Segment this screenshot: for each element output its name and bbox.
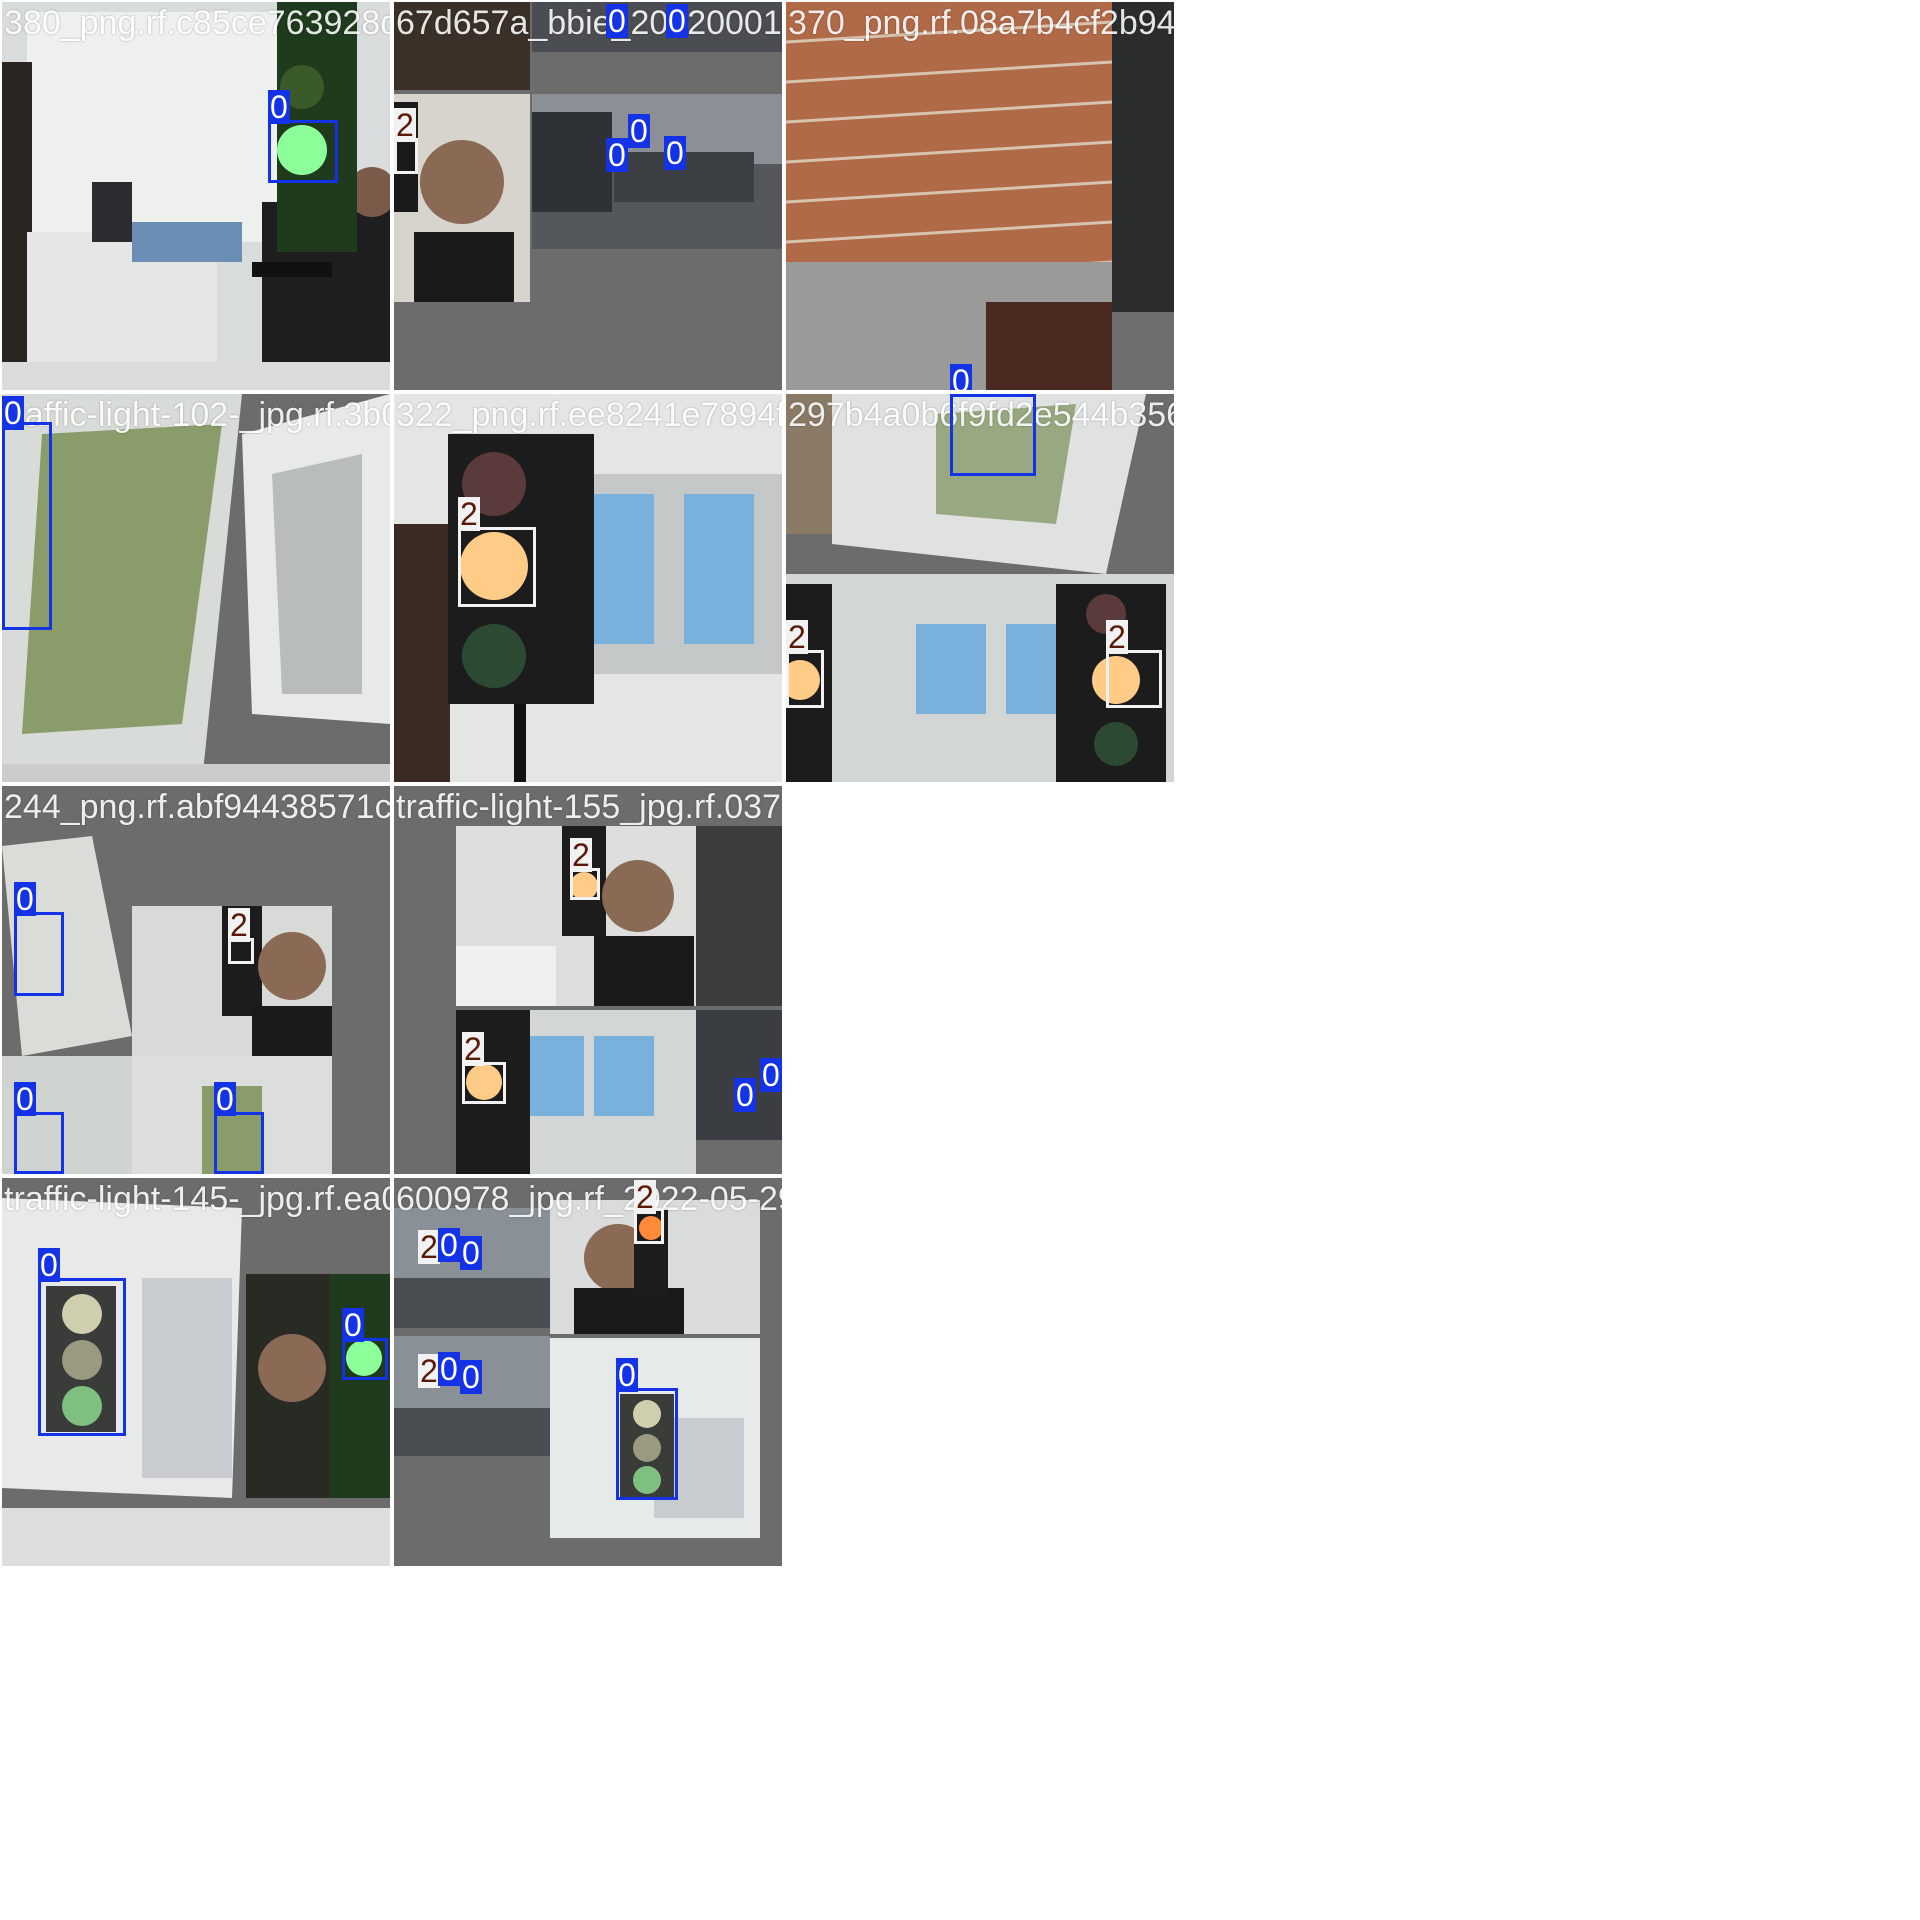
- bbox-class-0: [2, 422, 52, 630]
- mosaic-tile: 297b4a0b6f9fd2e544b35614a2c90a4bf2c1b 2 …: [786, 394, 1174, 782]
- bbox-label: 0: [606, 3, 628, 39]
- bbox-label: 0: [2, 395, 24, 431]
- scene-traffic-light-model: [394, 394, 782, 782]
- mosaic-tile: traffic-light-155_jpg.rf.037196c4c441f7 …: [394, 786, 782, 1174]
- bbox-class-0: [268, 120, 338, 183]
- bbox-label: 0: [14, 1081, 36, 1117]
- bbox-class-0: [214, 1112, 264, 1174]
- bbox-label: 0: [438, 1351, 460, 1387]
- mosaic-tile: 67d657a_bbie_20220001-20T10-03-10_770827…: [394, 2, 782, 390]
- bbox-label: 2: [394, 107, 416, 143]
- bbox-class-0: [950, 394, 1036, 476]
- bbox-label: 2: [570, 837, 592, 873]
- bbox-label: 2: [634, 1179, 656, 1215]
- bbox-label: 0: [438, 1227, 460, 1263]
- mosaic-tile: traffic-light-145-_jpg.rf.ea011 0 0: [2, 1178, 390, 1566]
- bbox-label: 2: [228, 907, 250, 943]
- bbox-label: 0: [628, 113, 650, 149]
- bbox-label: 0: [14, 881, 36, 917]
- mosaic-tile: 244_png.rf.abf94438571cfd9 0 2 0 0: [2, 786, 390, 1174]
- bbox-label: 2: [458, 496, 480, 532]
- bbox-label: 2: [462, 1031, 484, 1067]
- bbox-label: 2: [786, 619, 808, 655]
- bbox-label: 0: [734, 1077, 756, 1113]
- mosaic-tile: 380_png.rf.c85ce763928d2c 0: [2, 2, 390, 390]
- bbox-label: 0: [950, 364, 972, 390]
- scene-brick-wall: [786, 2, 1174, 390]
- scene-tilted-window: [2, 394, 390, 782]
- bbox-label: 0: [268, 89, 290, 125]
- bbox-label: 0: [616, 1357, 638, 1393]
- bbox-label: 2: [418, 1229, 440, 1265]
- bbox-class-0: [14, 912, 64, 996]
- bbox-label: 0: [342, 1307, 364, 1343]
- bbox-label: 0: [666, 3, 688, 39]
- bbox-class-2: [458, 527, 536, 607]
- bbox-label: 0: [664, 135, 686, 171]
- bbox-class-2: [1106, 650, 1162, 708]
- scene-street-and-person: [394, 2, 782, 390]
- bbox-label: 0: [760, 1057, 782, 1093]
- bbox-class-0: [14, 1112, 64, 1174]
- bbox-class-2: [786, 650, 824, 708]
- mosaic-tile: traffic-light-102-_jpg.rf.3b050 0: [2, 394, 390, 782]
- mosaic-tile: 370_png.rf.08a7b4cf2b9460e8d7d4c25d01a0 …: [786, 2, 1174, 390]
- bbox-class-0: [616, 1388, 678, 1500]
- scene-lab-green-light: [2, 2, 390, 390]
- bbox-label: 2: [1106, 619, 1128, 655]
- bbox-label: 0: [606, 137, 628, 173]
- bbox-label: 0: [214, 1081, 236, 1117]
- mosaic-grid: 380_png.rf.c85ce763928d2c 0 67d657a_bbie…: [0, 0, 1920, 1920]
- bbox-label: 0: [460, 1235, 482, 1271]
- bbox-class-0: [38, 1278, 126, 1436]
- bbox-class-2: [394, 138, 418, 174]
- bbox-label: 0: [460, 1359, 482, 1395]
- mosaic-tile: 600978_jpg.rf_2022-05-29T10-17-49-552411…: [394, 1178, 782, 1566]
- bbox-label: 0: [38, 1247, 60, 1283]
- bbox-class-2: [462, 1062, 506, 1104]
- bbox-label: 2: [418, 1353, 440, 1389]
- mosaic-tile: 322_png.rf.ee8241e7894f3d4 2: [394, 394, 782, 782]
- bbox-class-0: [342, 1338, 388, 1380]
